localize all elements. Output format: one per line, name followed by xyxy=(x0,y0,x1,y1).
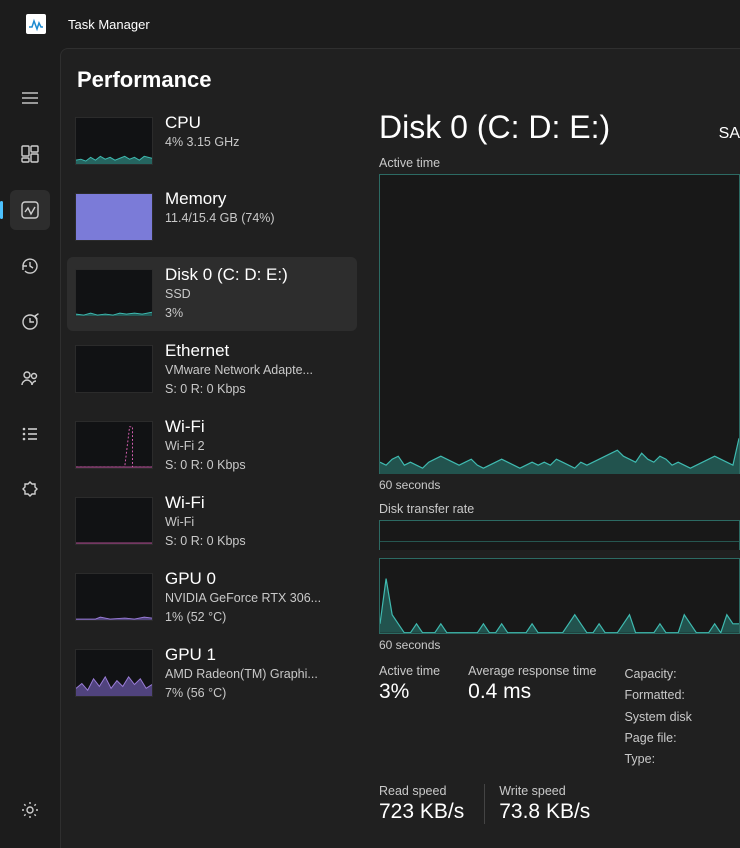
perf-thumb xyxy=(75,193,153,241)
perf-item-title: CPU xyxy=(165,113,349,133)
perf-thumb xyxy=(75,345,153,393)
stat-active-time-label: Active time xyxy=(379,664,440,678)
perf-item-wi-fi[interactable]: Wi-Fi Wi-Fi S: 0 R: 0 Kbps xyxy=(67,485,357,559)
perf-item-sub1: 4% 3.15 GHz xyxy=(165,133,349,152)
perf-item-title: Ethernet xyxy=(165,341,349,361)
nav-rail xyxy=(0,48,60,848)
perf-item-disk-0-c-d-e-[interactable]: Disk 0 (C: D: E:) SSD 3% xyxy=(67,257,357,331)
perf-item-ethernet[interactable]: Ethernet VMware Network Adapte... S: 0 R… xyxy=(67,333,357,407)
stats-primary: Active time 3% Average response time 0.4… xyxy=(379,664,740,770)
detail-pane: Disk 0 (C: D: E:) SA Active time 60 seco… xyxy=(357,105,740,848)
perf-item-sub2: 7% (56 °C) xyxy=(165,684,349,703)
perf-item-title: GPU 0 xyxy=(165,569,349,589)
hamburger-menu-button[interactable] xyxy=(10,78,50,118)
stat-response-time-value: 0.4 ms xyxy=(468,680,596,704)
perf-thumb xyxy=(75,117,153,165)
perf-item-sub1: Wi-Fi xyxy=(165,513,349,532)
stat-response-time-label: Average response time xyxy=(468,664,596,678)
chart-active-time-axis: 60 seconds xyxy=(379,478,740,492)
nav-startup[interactable] xyxy=(10,302,50,342)
nav-services[interactable] xyxy=(10,470,50,510)
page-title: Performance xyxy=(61,49,740,105)
side-type-label: Type: xyxy=(624,749,691,770)
perf-item-gpu-0[interactable]: GPU 0 NVIDIA GeForce RTX 306... 1% (52 °… xyxy=(67,561,357,635)
app-icon xyxy=(26,14,46,34)
perf-item-sub1: VMware Network Adapte... xyxy=(165,361,349,380)
chart-transfer xyxy=(379,558,740,634)
perf-thumb xyxy=(75,649,153,697)
perf-item-sub1: SSD xyxy=(165,285,349,304)
chart-transfer-read xyxy=(379,520,740,550)
perf-item-title: Disk 0 (C: D: E:) xyxy=(165,265,349,285)
perf-item-sub2: 1% (52 °C) xyxy=(165,608,349,627)
nav-app-history[interactable] xyxy=(10,246,50,286)
perf-item-memory[interactable]: Memory 11.4/15.4 GB (74%) xyxy=(67,181,357,255)
perf-thumb xyxy=(75,573,153,621)
content-area: Performance CPU 4% 3.15 GHz Memory 11.4/… xyxy=(60,48,740,848)
titlebar: Task Manager xyxy=(0,0,740,48)
perf-item-sub1: NVIDIA GeForce RTX 306... xyxy=(165,589,349,608)
chart-active-time xyxy=(379,174,740,474)
nav-details[interactable] xyxy=(10,414,50,454)
nav-performance[interactable] xyxy=(10,190,50,230)
perf-thumb xyxy=(75,269,153,317)
chart-transfer-axis: 60 seconds xyxy=(379,638,740,652)
perf-item-title: GPU 1 xyxy=(165,645,349,665)
stat-write-speed-label: Write speed xyxy=(499,784,590,798)
perf-thumb xyxy=(75,497,153,545)
chart-transfer-label: Disk transfer rate xyxy=(379,502,740,516)
perf-item-wi-fi[interactable]: Wi-Fi Wi-Fi 2 S: 0 R: 0 Kbps xyxy=(67,409,357,483)
settings-button[interactable] xyxy=(10,790,50,830)
perf-item-sub2: S: 0 R: 0 Kbps xyxy=(165,380,349,399)
stat-read-speed-label: Read speed xyxy=(379,784,464,798)
side-systemdisk-label: System disk xyxy=(624,707,691,728)
perf-item-sub2: 3% xyxy=(165,304,349,323)
chart-active-time-label: Active time xyxy=(379,156,740,170)
stat-active-time-value: 3% xyxy=(379,680,440,704)
detail-model: SA xyxy=(719,125,740,143)
detail-title: Disk 0 (C: D: E:) xyxy=(379,109,610,146)
stats-secondary: Read speed 723 KB/s Write speed 73.8 KB/… xyxy=(379,784,740,824)
perf-item-title: Wi-Fi xyxy=(165,493,349,513)
perf-item-gpu-1[interactable]: GPU 1 AMD Radeon(TM) Graphi... 7% (56 °C… xyxy=(67,637,357,711)
nav-users[interactable] xyxy=(10,358,50,398)
side-capacity-label: Capacity: xyxy=(624,664,691,685)
side-formatted-label: Formatted: xyxy=(624,685,691,706)
perf-item-sub2: S: 0 R: 0 Kbps xyxy=(165,532,349,551)
perf-item-sub2: S: 0 R: 0 Kbps xyxy=(165,456,349,475)
stat-write-speed-value: 73.8 KB/s xyxy=(499,800,590,824)
stat-read-speed-value: 723 KB/s xyxy=(379,800,464,824)
app-title: Task Manager xyxy=(68,17,150,32)
nav-processes[interactable] xyxy=(10,134,50,174)
perf-item-cpu[interactable]: CPU 4% 3.15 GHz xyxy=(67,105,357,179)
performance-sidebar: CPU 4% 3.15 GHz Memory 11.4/15.4 GB (74%… xyxy=(61,105,357,848)
perf-item-sub1: AMD Radeon(TM) Graphi... xyxy=(165,665,349,684)
perf-item-sub1: Wi-Fi 2 xyxy=(165,437,349,456)
perf-item-sub1: 11.4/15.4 GB (74%) xyxy=(165,209,349,228)
perf-item-title: Memory xyxy=(165,189,349,209)
perf-thumb xyxy=(75,421,153,469)
perf-item-title: Wi-Fi xyxy=(165,417,349,437)
side-pagefile-label: Page file: xyxy=(624,728,691,749)
